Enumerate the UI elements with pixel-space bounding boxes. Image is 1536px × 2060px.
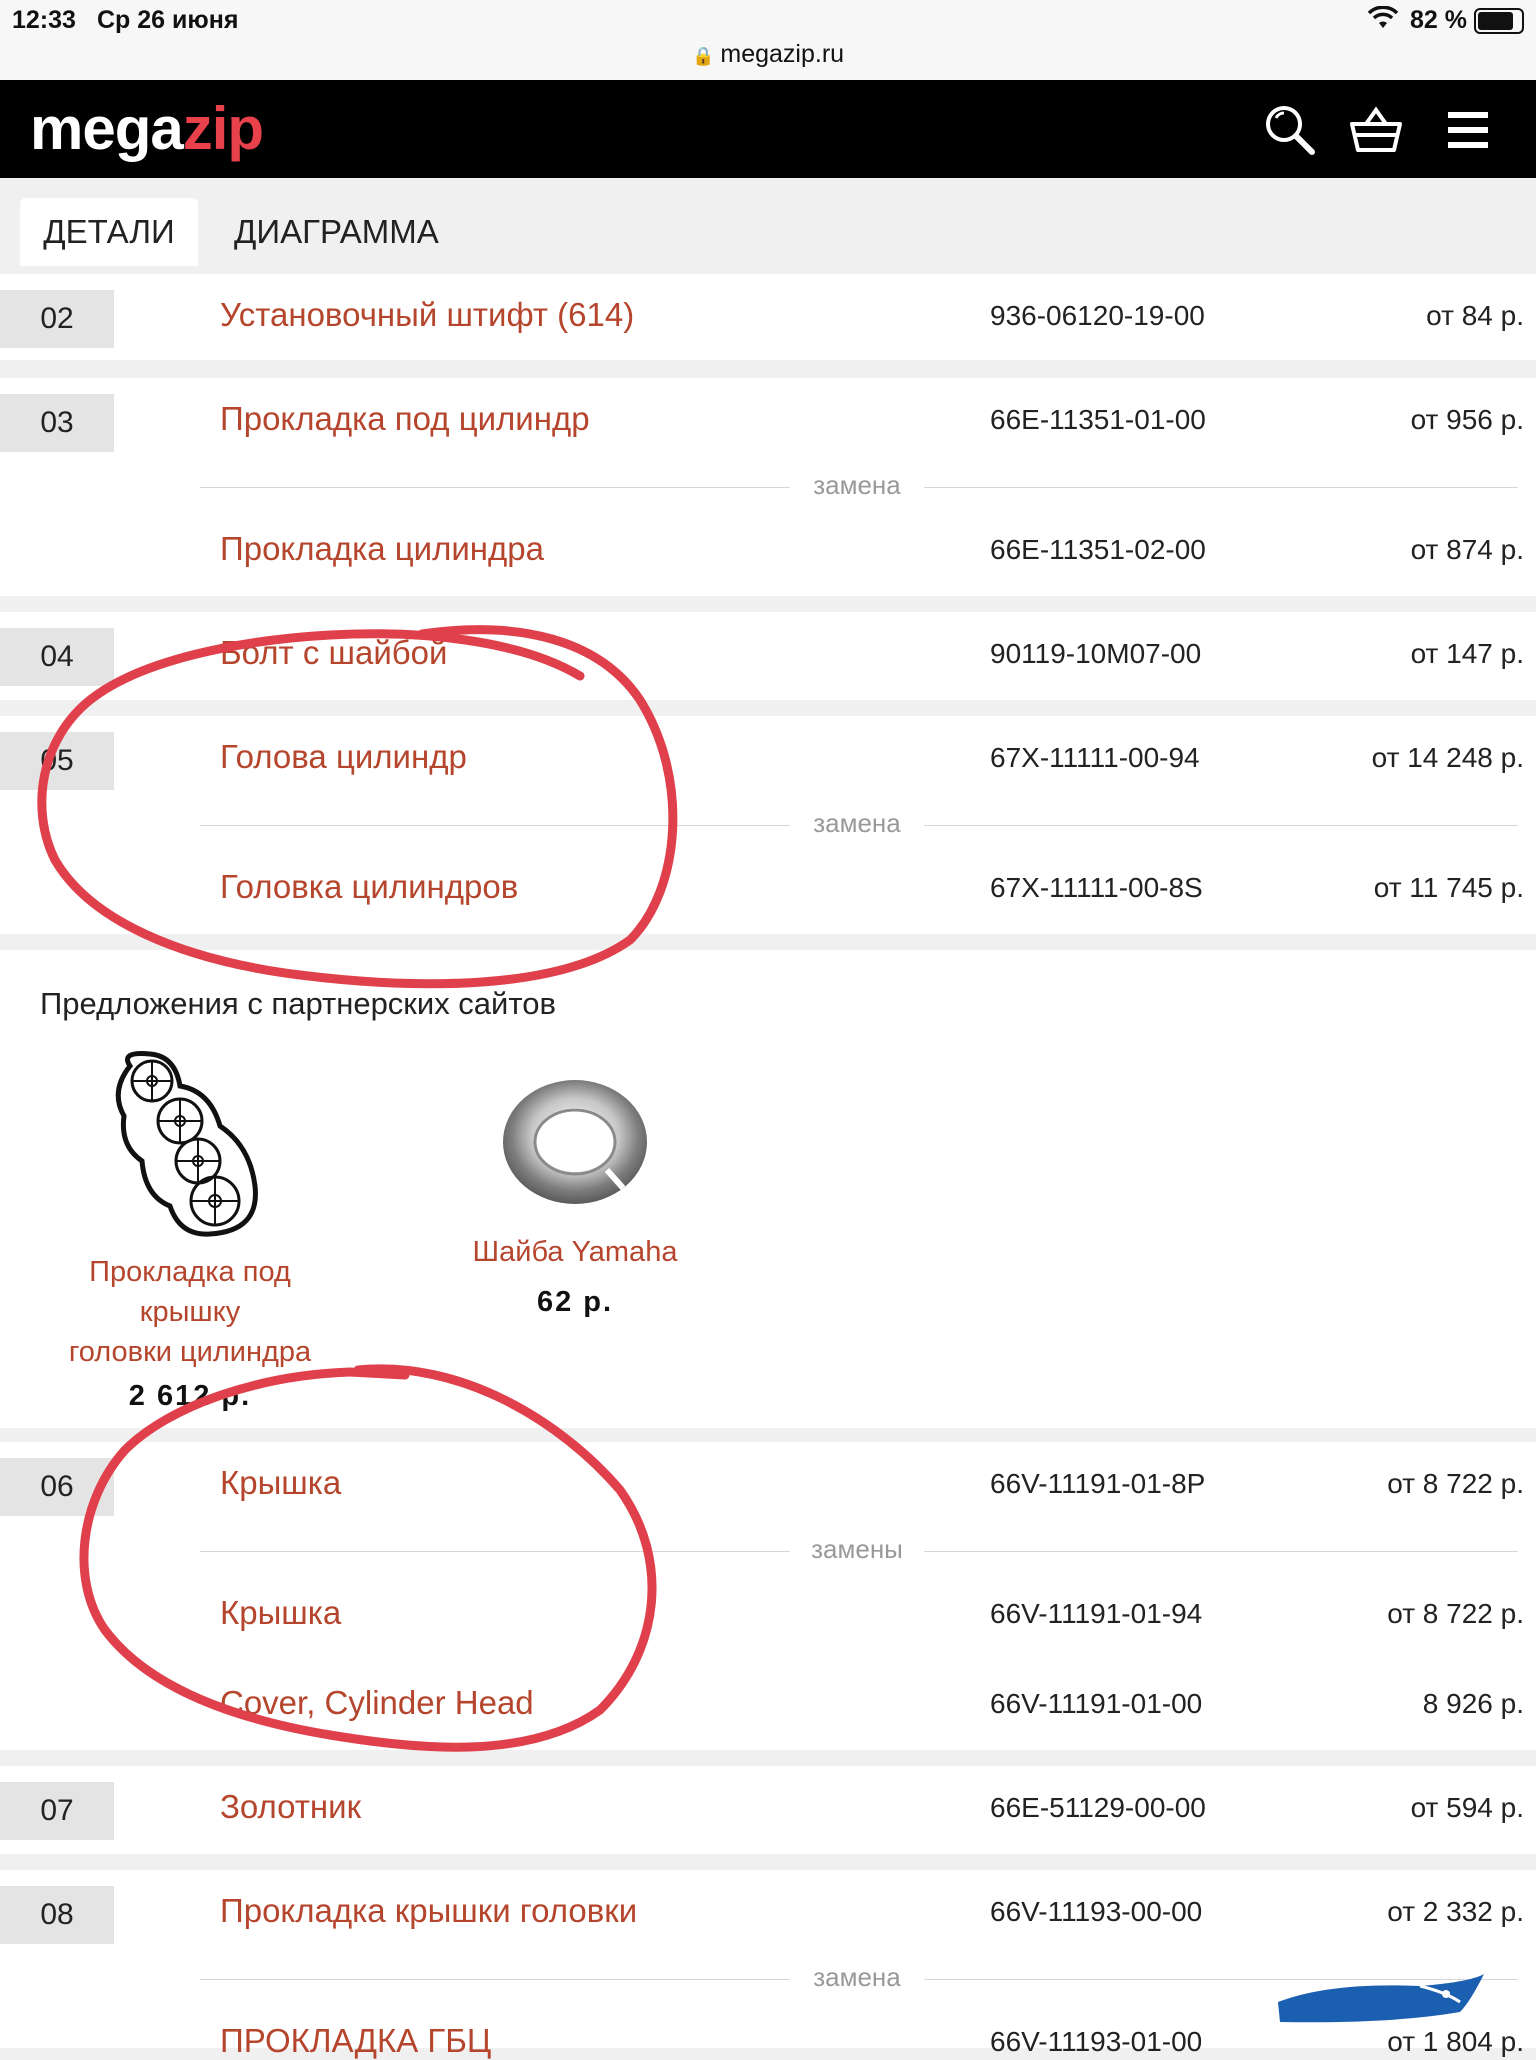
part-name-link[interactable]: Болт с шайбой [220, 634, 447, 672]
tab-diagram[interactable]: ДИАГРАММА [234, 198, 439, 266]
replacement-label: замены [790, 1534, 924, 1565]
part-price: от 147 р. [1410, 638, 1524, 669]
logo-text-red: zip [182, 95, 264, 162]
part-code: 936-06120-19-00 [990, 300, 1205, 331]
part-code: 66V-11193-01-00 [990, 2026, 1203, 2057]
part-group-02: 02 Установочный штифт (614) 936-06120-19… [0, 274, 1536, 360]
part-price: от 956 р. [1410, 404, 1524, 435]
part-name-link[interactable]: Установочный штифт (614) [220, 296, 634, 334]
part-price: от 84 р. [1426, 300, 1524, 331]
part-code: 66V-11191-01-00 [990, 1688, 1203, 1719]
part-group-06: 06 Крышка 66V-11191-01-8P от 8 722 р. за… [0, 1442, 1536, 1750]
part-number: 08 [0, 1886, 114, 1944]
part-code: 66V-11193-00-00 [990, 1896, 1203, 1927]
part-price: от 8 722 р. [1387, 1598, 1524, 1629]
status-time: 12:33 [12, 6, 76, 34]
site-header: megazip [0, 80, 1536, 178]
part-number: 02 [0, 290, 114, 348]
url-text: megazip.ru [720, 40, 845, 68]
part-name-link[interactable]: Крышка [220, 1594, 341, 1632]
part-number: 05 [0, 732, 114, 790]
part-name-link[interactable]: Золотник [220, 1788, 361, 1826]
replacement-label: замена [790, 808, 924, 839]
partner-item-name[interactable]: Прокладка под крышку [40, 1252, 340, 1332]
battery-icon [1474, 8, 1524, 34]
replacement-label: замена [790, 470, 924, 501]
tab-details[interactable]: ДЕТАЛИ [20, 198, 198, 266]
partner-item-name-line2[interactable]: головки цилиндра [40, 1332, 340, 1372]
part-name-link[interactable]: Головка цилиндров [220, 868, 518, 906]
part-price: от 14 248 р. [1371, 742, 1524, 773]
part-code: 66V-11191-01-94 [990, 1598, 1203, 1629]
partner-item-name[interactable]: Шайба Yamaha [440, 1232, 710, 1272]
part-code: 90119-10M07-00 [990, 638, 1202, 669]
part-name-link[interactable]: Cover, Cylinder Head [220, 1684, 534, 1722]
part-code: 67X-11111-00-94 [990, 742, 1200, 773]
part-price: от 2 332 р. [1387, 1896, 1524, 1927]
part-group-04: 04 Болт с шайбой 90119-10M07-00 от 147 р… [0, 612, 1536, 700]
status-date: Ср 26 июня [97, 6, 239, 34]
gidrik-watermark-logo [1270, 1972, 1492, 2036]
part-name-link[interactable]: Голова цилиндр [220, 738, 467, 776]
part-code: 66E-51129-00-00 [990, 1792, 1206, 1823]
part-price: 8 926 р. [1422, 1688, 1524, 1719]
part-price: от 11 745 р. [1373, 872, 1524, 903]
partner-item-price: 62 р. [536, 1286, 614, 1318]
wifi-icon [1367, 5, 1399, 37]
gasket-image[interactable] [40, 1046, 340, 1246]
part-group-05: 05 Голова цилиндр 67X-11111-00-94 от 14 … [0, 716, 1536, 934]
part-group-03: 03 Прокладка под цилиндр 66E-11351-01-00… [0, 378, 1536, 596]
search-icon[interactable] [1262, 102, 1318, 158]
part-price: от 594 р. [1410, 1792, 1524, 1823]
address-bar[interactable]: 🔒 megazip.ru [0, 40, 1536, 69]
partner-offers-title: Предложения с партнерских сайтов [40, 986, 556, 1021]
replacement-label: замена [790, 1962, 924, 1993]
part-number: 06 [0, 1458, 114, 1516]
basket-icon[interactable] [1348, 102, 1404, 158]
logo-text-white: mega [30, 95, 184, 162]
part-number: 07 [0, 1782, 114, 1840]
part-name-link[interactable]: Прокладка под цилиндр [220, 400, 590, 438]
part-code: 66E-11351-02-00 [990, 534, 1206, 565]
part-code: 66V-11191-01-8P [990, 1468, 1206, 1499]
part-number: 03 [0, 394, 114, 452]
part-name-link[interactable]: Прокладка цилиндра [220, 530, 544, 568]
partner-card-washer[interactable]: Шайба Yamaha 62 р. [440, 1070, 710, 1319]
part-code: 66E-11351-01-00 [990, 404, 1206, 435]
part-name-link[interactable]: ПРОКЛАДКА ГБЦ [220, 2022, 491, 2060]
part-name-link[interactable]: Крышка [220, 1464, 341, 1502]
part-group-07: 07 Золотник 66E-51129-00-00 от 594 р. [0, 1766, 1536, 1854]
partner-card-gasket[interactable]: Прокладка под крышку головки цилиндра 2 … [40, 1046, 340, 1413]
status-bar: 12:33 Ср 26 июня 82 % 🔒 megazip.ru [0, 0, 1536, 80]
menu-icon[interactable] [1440, 102, 1496, 158]
lock-icon: 🔒 [691, 46, 715, 66]
partner-offers: Предложения с партнерских сайтов Проклад… [0, 950, 1536, 1428]
megazip-logo[interactable]: megazip [30, 94, 264, 163]
partner-item-price: 2 612 р. [128, 1380, 252, 1412]
part-price: от 874 р. [1410, 534, 1524, 565]
part-number: 04 [0, 628, 114, 686]
washer-image[interactable] [440, 1070, 710, 1220]
part-code: 67X-11111-00-8S [990, 872, 1203, 903]
part-price: от 8 722 р. [1387, 1468, 1524, 1499]
part-name-link[interactable]: Прокладка крышки головки [220, 1892, 637, 1930]
tab-bar: ДЕТАЛИ ДИАГРАММА [0, 178, 1536, 270]
battery-percent: 82 % [1410, 6, 1467, 34]
